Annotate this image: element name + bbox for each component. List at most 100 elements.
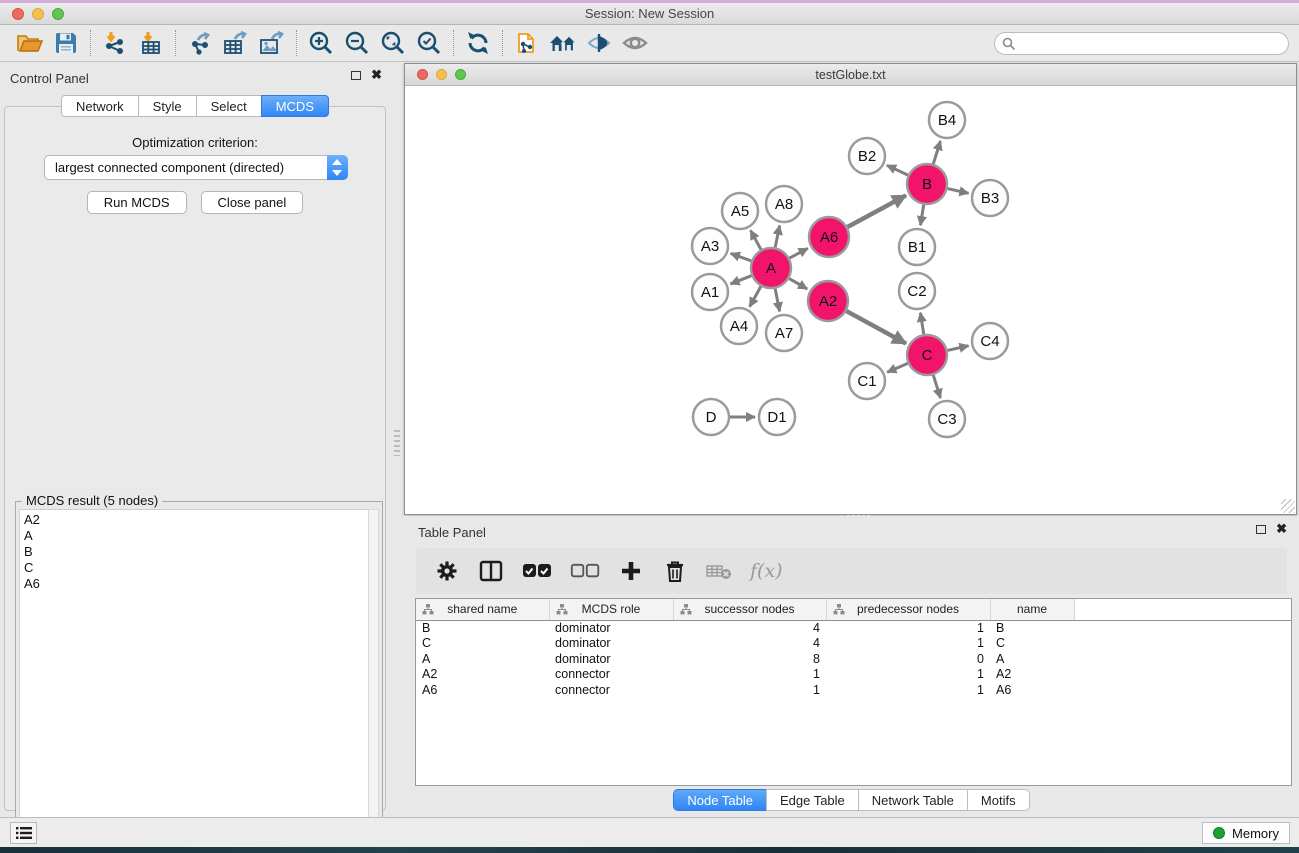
window-resize-grip[interactable] bbox=[1281, 499, 1295, 513]
edge-A-A8[interactable] bbox=[775, 226, 779, 248]
table-cell[interactable]: 1 bbox=[826, 636, 990, 652]
table-settings-button[interactable] bbox=[434, 558, 460, 584]
node-B3[interactable]: B3 bbox=[972, 180, 1008, 216]
node-A5[interactable]: A5 bbox=[722, 193, 758, 229]
zoom-selected-button[interactable] bbox=[411, 28, 447, 58]
show-columns-button[interactable] bbox=[478, 558, 504, 584]
table-cell[interactable]: connector bbox=[549, 667, 673, 683]
table-row[interactable]: Cdominator41C bbox=[416, 636, 1292, 652]
node-D[interactable]: D bbox=[693, 399, 729, 435]
close-network-window-button[interactable] bbox=[417, 69, 428, 80]
tab-edge-table[interactable]: Edge Table bbox=[766, 789, 858, 811]
task-history-button[interactable] bbox=[10, 822, 37, 844]
close-panel-icon[interactable]: ✖ bbox=[371, 70, 382, 80]
edge-C-C2[interactable] bbox=[920, 313, 923, 335]
network-window-titlebar[interactable]: testGlobe.txt bbox=[405, 64, 1296, 86]
save-session-button[interactable] bbox=[48, 28, 84, 58]
zoom-window-button[interactable] bbox=[52, 8, 64, 20]
edge-B-B4[interactable] bbox=[933, 141, 940, 164]
table-cell[interactable]: 4 bbox=[673, 636, 826, 652]
node-C3[interactable]: C3 bbox=[929, 401, 965, 437]
edge-A-A7[interactable] bbox=[775, 289, 780, 312]
edge-B-B3[interactable] bbox=[947, 189, 968, 194]
node-A4[interactable]: A4 bbox=[721, 308, 757, 344]
table-row[interactable]: Bdominator41B bbox=[416, 620, 1292, 636]
export-image-button[interactable] bbox=[254, 28, 290, 58]
node-A7[interactable]: A7 bbox=[766, 315, 802, 351]
zoom-fit-button[interactable] bbox=[375, 28, 411, 58]
tab-select[interactable]: Select bbox=[196, 95, 261, 117]
table-cell[interactable]: 4 bbox=[673, 620, 826, 636]
node-A2[interactable]: A2 bbox=[808, 281, 848, 321]
node-B2[interactable]: B2 bbox=[849, 138, 885, 174]
import-table-button[interactable] bbox=[133, 28, 169, 58]
table-cell[interactable]: 1 bbox=[826, 667, 990, 683]
network-graph[interactable]: AA1A2A3A4A5A6A7A8BB1B2B3B4CC1C2C3C4DD1 bbox=[405, 86, 1296, 514]
edge-A-A6[interactable] bbox=[790, 248, 808, 258]
table-cell[interactable]: 1 bbox=[826, 682, 990, 698]
edge-A-A4[interactable] bbox=[750, 286, 761, 306]
open-session-button[interactable] bbox=[12, 28, 48, 58]
tab-network-table[interactable]: Network Table bbox=[858, 789, 967, 811]
minimize-network-window-button[interactable] bbox=[436, 69, 447, 80]
add-row-button[interactable] bbox=[618, 558, 644, 584]
node-D1[interactable]: D1 bbox=[759, 399, 795, 435]
table-cell[interactable]: A6 bbox=[990, 682, 1074, 698]
node-C1[interactable]: C1 bbox=[849, 363, 885, 399]
table-cell[interactable]: 1 bbox=[673, 682, 826, 698]
criterion-dropdown[interactable]: largest connected component (directed) bbox=[44, 155, 348, 180]
mcds-result-item[interactable]: C bbox=[24, 560, 369, 576]
close-window-button[interactable] bbox=[12, 8, 24, 20]
edge-A2-C[interactable] bbox=[846, 311, 905, 343]
node-B4[interactable]: B4 bbox=[929, 102, 965, 138]
tab-mcds[interactable]: MCDS bbox=[261, 95, 329, 117]
table-row[interactable]: A2connector11A2 bbox=[416, 667, 1292, 683]
mcds-list-scrollbar[interactable] bbox=[368, 509, 379, 842]
edge-B-B1[interactable] bbox=[920, 205, 923, 226]
tab-network[interactable]: Network bbox=[61, 95, 138, 117]
table-cell[interactable]: C bbox=[990, 636, 1074, 652]
edge-C-C1[interactable] bbox=[887, 363, 908, 372]
edge-C-C4[interactable] bbox=[947, 346, 968, 351]
run-mcds-button[interactable]: Run MCDS bbox=[87, 191, 187, 214]
zoom-network-window-button[interactable] bbox=[455, 69, 466, 80]
float-panel-icon[interactable] bbox=[351, 71, 361, 80]
apply-layout-refresh-button[interactable] bbox=[460, 28, 496, 58]
table-cell[interactable]: A6 bbox=[416, 682, 549, 698]
table-cell[interactable]: dominator bbox=[549, 651, 673, 667]
edge-A-A3[interactable] bbox=[731, 253, 752, 260]
home-view-button[interactable] bbox=[545, 28, 581, 58]
table-cell[interactable]: 1 bbox=[673, 667, 826, 683]
deselect-all-checkboxes-button[interactable] bbox=[570, 558, 600, 584]
table-cell[interactable]: A2 bbox=[990, 667, 1074, 683]
table-cell[interactable]: A bbox=[416, 651, 549, 667]
edge-A6-B[interactable] bbox=[847, 195, 905, 227]
select-all-checkboxes-button[interactable] bbox=[522, 558, 552, 584]
search-input[interactable] bbox=[994, 32, 1289, 55]
network-canvas[interactable]: AA1A2A3A4A5A6A7A8BB1B2B3B4CC1C2C3C4DD1 bbox=[405, 86, 1296, 514]
table-cell[interactable]: 8 bbox=[673, 651, 826, 667]
mcds-result-item[interactable]: A6 bbox=[24, 576, 369, 592]
tab-motifs[interactable]: Motifs bbox=[967, 789, 1030, 811]
minimize-window-button[interactable] bbox=[32, 8, 44, 20]
network-from-file-button[interactable] bbox=[509, 28, 545, 58]
edge-B-B2[interactable] bbox=[887, 165, 908, 175]
node-A8[interactable]: A8 bbox=[766, 186, 802, 222]
delete-rows-button[interactable] bbox=[662, 558, 688, 584]
tab-node-table[interactable]: Node Table bbox=[673, 789, 766, 811]
edge-C-C3[interactable] bbox=[933, 375, 940, 398]
edge-A-A5[interactable] bbox=[751, 230, 761, 249]
column-header-MCDS-role[interactable]: MCDS role bbox=[549, 599, 673, 620]
table-cell[interactable]: dominator bbox=[549, 620, 673, 636]
float-panel-icon[interactable] bbox=[1256, 525, 1266, 534]
node-A3[interactable]: A3 bbox=[692, 228, 728, 264]
table-row[interactable]: A6connector11A6 bbox=[416, 682, 1292, 698]
export-network-button[interactable] bbox=[182, 28, 218, 58]
show-graphics-details-button[interactable] bbox=[617, 28, 653, 58]
close-panel-icon[interactable]: ✖ bbox=[1276, 524, 1287, 534]
zoom-in-button[interactable] bbox=[303, 28, 339, 58]
table-cell[interactable]: B bbox=[990, 620, 1074, 636]
column-header-predecessor-nodes[interactable]: predecessor nodes bbox=[826, 599, 990, 620]
column-header-shared-name[interactable]: shared name bbox=[416, 599, 549, 620]
mcds-result-list[interactable]: A2ABCA6 bbox=[19, 509, 370, 842]
